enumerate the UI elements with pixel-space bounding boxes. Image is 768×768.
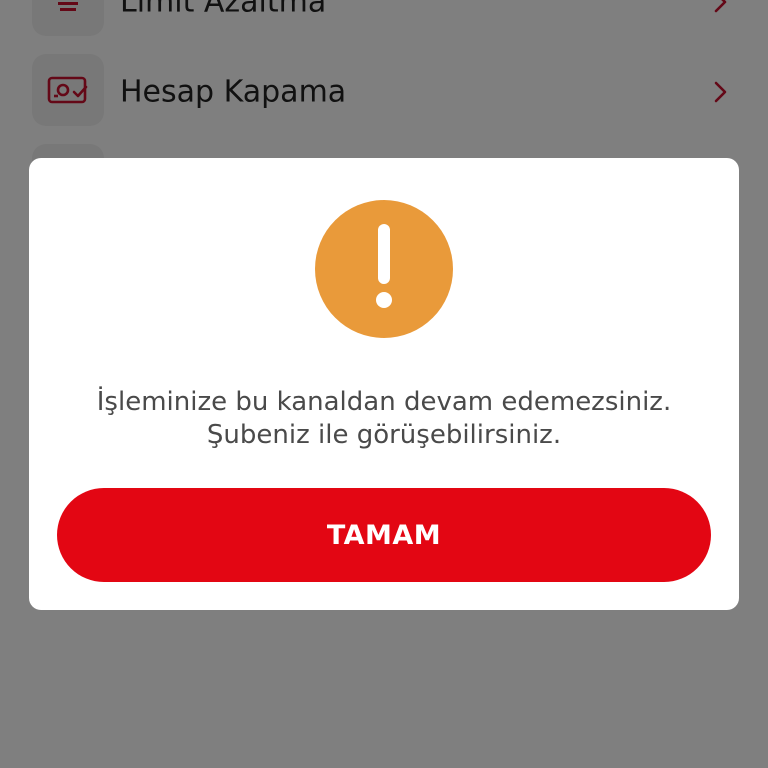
exclamation-alert-icon xyxy=(315,200,453,338)
confirm-button[interactable]: TAMAM xyxy=(57,488,711,582)
dialog-message: İşleminize bu kanaldan devam edemezsiniz… xyxy=(49,386,719,452)
dialog-message-line-2: Şubeniz ile görüşebilirsiniz. xyxy=(206,420,562,450)
dialog-message-line-1: İşleminize bu kanaldan devam edemezsiniz… xyxy=(96,387,672,417)
alert-dialog: İşleminize bu kanaldan devam edemezsiniz… xyxy=(29,158,739,610)
